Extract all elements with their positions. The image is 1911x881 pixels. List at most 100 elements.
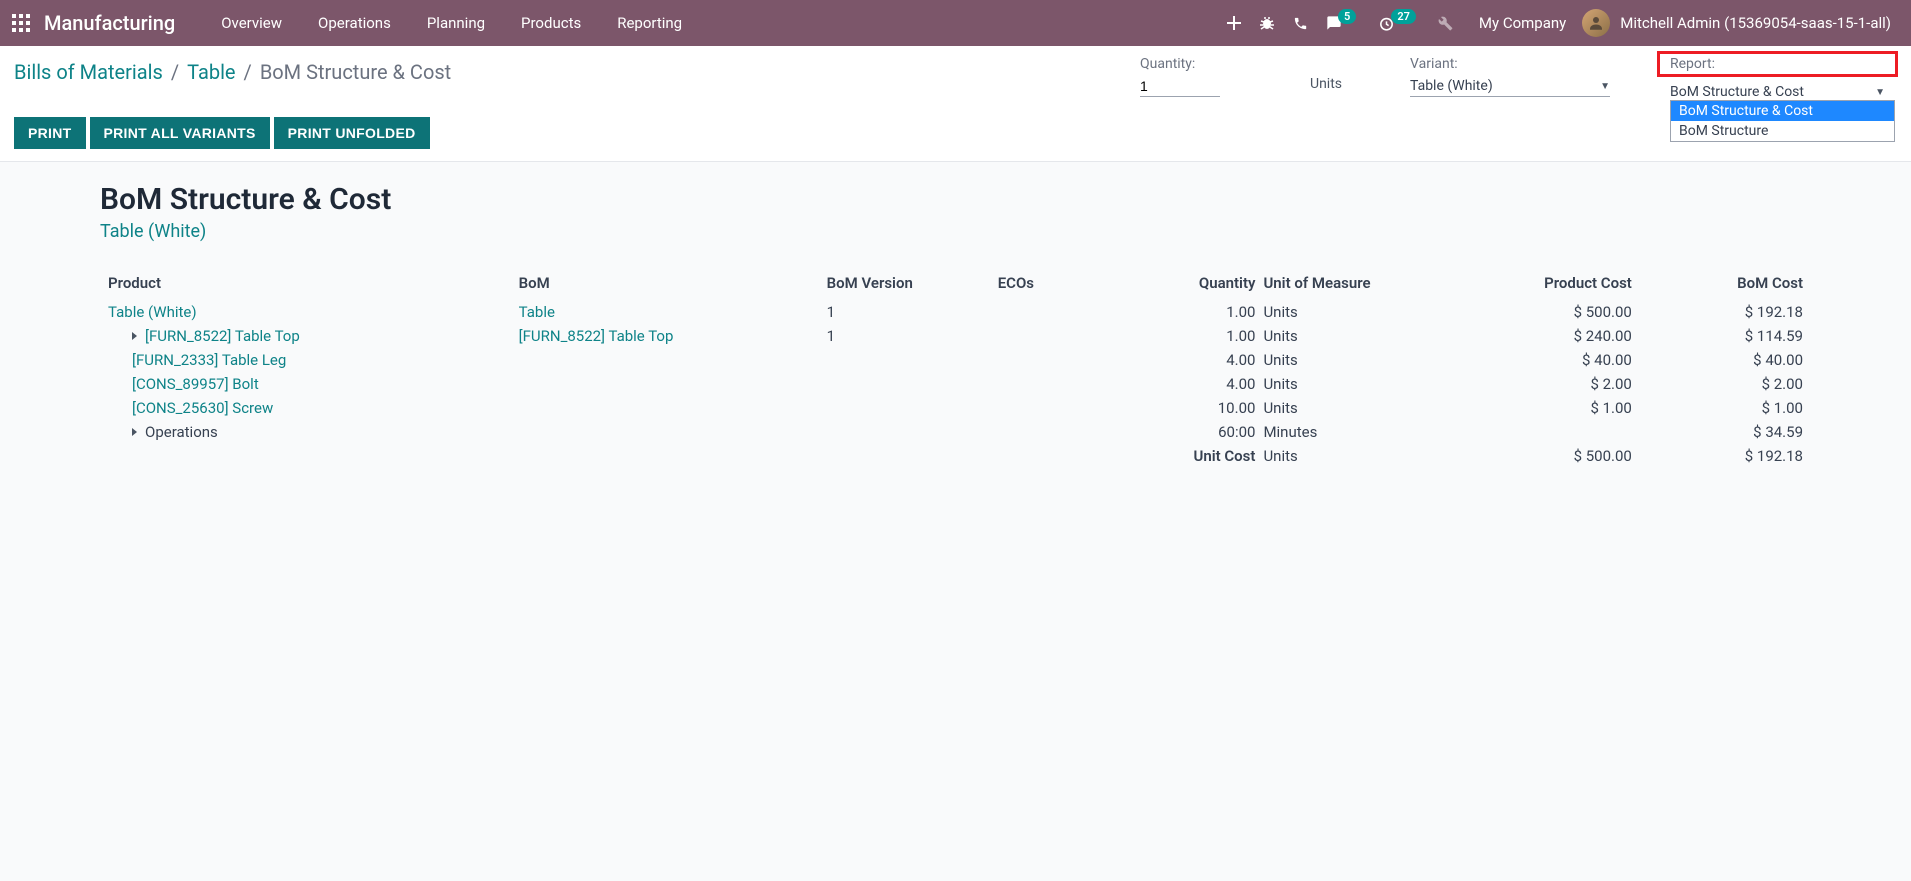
control-area: Bills of Materials / Table / BoM Structu… [0, 46, 1911, 162]
uom: Units [1263, 348, 1468, 372]
table-row: [FURN_2333] Table Leg4.00Units$ 40.00$ 4… [100, 348, 1811, 372]
report-option-structure[interactable]: BoM Structure [1671, 121, 1894, 141]
quantity: 4.00 [1127, 372, 1264, 396]
col-uom: Unit of Measure [1263, 270, 1468, 300]
product-link[interactable]: [FURN_2333] Table Leg [132, 351, 286, 369]
bom-version [819, 396, 990, 420]
plus-icon[interactable] [1227, 16, 1241, 30]
quantity: 60:00 [1127, 420, 1264, 444]
nav-products[interactable]: Products [503, 0, 599, 46]
phone-icon[interactable] [1293, 16, 1308, 31]
variant-label: Variant: [1410, 56, 1610, 72]
product-cost [1469, 420, 1640, 444]
messaging-badge: 5 [1338, 9, 1356, 24]
print-all-variants-button[interactable]: PRINT ALL VARIANTS [90, 117, 270, 149]
quantity: 1.00 [1127, 300, 1264, 324]
table-header-row: Product BoM BoM Version ECOs Quantity Un… [100, 270, 1811, 300]
bug-icon[interactable] [1259, 15, 1275, 31]
footer-bcost: $ 192.18 [1640, 444, 1811, 468]
table-row: Table (White)Table11.00Units$ 500.00$ 19… [100, 300, 1811, 324]
product-link[interactable]: [CONS_25630] Screw [132, 399, 273, 417]
col-product: Product [100, 270, 511, 300]
brand-title[interactable]: Manufacturing [44, 11, 175, 35]
nav-operations[interactable]: Operations [300, 0, 409, 46]
crumb-table[interactable]: Table [187, 60, 235, 84]
messaging-icon[interactable]: 5 [1326, 15, 1360, 31]
expand-caret-icon[interactable] [132, 428, 137, 436]
bom-link[interactable]: Table [519, 303, 555, 321]
activity-badge: 27 [1391, 9, 1416, 24]
bom-cost: $ 192.18 [1640, 300, 1811, 324]
bom-version [819, 420, 990, 444]
table-row: [FURN_8522] Table Top [FURN_8522] Table T… [100, 324, 1811, 348]
nav-menu: Overview Operations Planning Products Re… [203, 0, 700, 46]
print-button[interactable]: PRINT [14, 117, 86, 149]
report-title: BoM Structure & Cost [100, 182, 1811, 217]
col-ecos: ECOs [990, 270, 1127, 300]
table-footer-row: Unit Cost Units $ 500.00 $ 192.18 [100, 444, 1811, 468]
uom: Units [1263, 300, 1468, 324]
product-link[interactable]: [FURN_8522] Table Top [145, 327, 300, 345]
bom-version [819, 348, 990, 372]
product-link[interactable]: Table (White) [108, 303, 197, 321]
print-unfolded-button[interactable]: PRINT UNFOLDED [274, 117, 430, 149]
ecos [990, 396, 1127, 420]
bom-link[interactable]: [FURN_8522] Table Top [519, 327, 674, 345]
product-cost: $ 500.00 [1469, 300, 1640, 324]
crumb-current: BoM Structure & Cost [260, 60, 451, 84]
col-bom-version: BoM Version [819, 270, 990, 300]
table-row: [CONS_89957] Bolt4.00Units$ 2.00$ 2.00 [100, 372, 1811, 396]
nav-planning[interactable]: Planning [409, 0, 503, 46]
bom-cost: $ 34.59 [1640, 420, 1811, 444]
activity-icon[interactable]: 27 [1378, 15, 1420, 32]
product-cost: $ 2.00 [1469, 372, 1640, 396]
product-link: Operations [145, 423, 218, 441]
report-dropdown: BoM Structure & Cost BoM Structure [1670, 100, 1895, 142]
col-bom-cost: BoM Cost [1640, 270, 1811, 300]
uom: Units [1263, 396, 1468, 420]
bom-table: Product BoM BoM Version ECOs Quantity Un… [100, 270, 1811, 468]
quantity-field: Quantity: [1140, 56, 1250, 103]
footer-uom: Units [1263, 444, 1468, 468]
quantity-input[interactable] [1140, 76, 1220, 97]
quantity: 10.00 [1127, 396, 1264, 420]
variant-value: Table (White) [1410, 78, 1493, 94]
user-menu[interactable]: Mitchell Admin (15369054-saas-15-1-all) [1582, 9, 1899, 37]
report-value: BoM Structure & Cost [1670, 84, 1804, 100]
col-bom: BoM [511, 270, 819, 300]
quantity: 4.00 [1127, 348, 1264, 372]
apps-icon[interactable] [12, 14, 30, 32]
uom-value: Units [1310, 56, 1350, 92]
bom-cost: $ 114.59 [1640, 324, 1811, 348]
ecos [990, 348, 1127, 372]
variant-select[interactable]: Table (White) ▼ [1410, 76, 1610, 97]
product-link[interactable]: [CONS_89957] Bolt [132, 375, 259, 393]
ecos [990, 420, 1127, 444]
bom-cost: $ 1.00 [1640, 396, 1811, 420]
variant-field: Variant: Table (White) ▼ [1410, 56, 1610, 103]
report-option-structure-cost[interactable]: BoM Structure & Cost [1671, 101, 1894, 121]
table-row: Operations60:00Minutes$ 34.59 [100, 420, 1811, 444]
report-field: Report: BoM Structure & Cost ▼ BoM Struc… [1670, 56, 1885, 103]
avatar [1582, 9, 1610, 37]
nav-reporting[interactable]: Reporting [599, 0, 700, 46]
product-cost: $ 240.00 [1469, 324, 1640, 348]
actions-row: PRINT PRINT ALL VARIANTS PRINT UNFOLDED [14, 103, 1897, 161]
footer-label: Unit Cost [1127, 444, 1264, 468]
report-body: BoM Structure & Cost Table (White) Produ… [0, 162, 1911, 488]
uom-field: Units [1310, 56, 1350, 103]
nav-overview[interactable]: Overview [203, 0, 300, 46]
bom-version [819, 372, 990, 396]
col-product-cost: Product Cost [1469, 270, 1640, 300]
nav-icons: 5 27 [1217, 15, 1463, 32]
uom: Units [1263, 324, 1468, 348]
company-selector[interactable]: My Company [1463, 14, 1582, 32]
expand-caret-icon[interactable] [132, 332, 137, 340]
top-nav: Manufacturing Overview Operations Planni… [0, 0, 1911, 46]
ecos [990, 372, 1127, 396]
chevron-down-icon: ▼ [1600, 81, 1610, 92]
breadcrumb: Bills of Materials / Table / BoM Structu… [14, 56, 451, 84]
crumb-bills-of-materials[interactable]: Bills of Materials [14, 60, 163, 84]
tools-icon[interactable] [1438, 16, 1453, 31]
uom: Units [1263, 372, 1468, 396]
